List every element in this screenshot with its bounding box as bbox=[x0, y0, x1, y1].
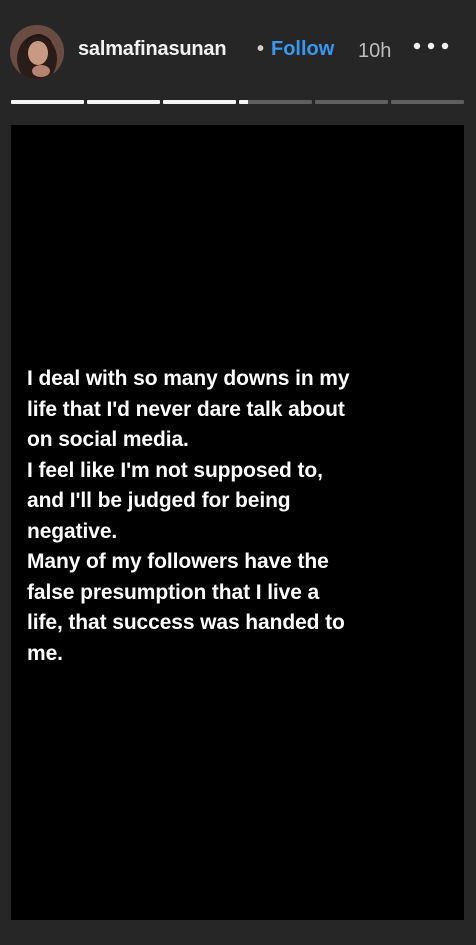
follow-button[interactable]: Follow bbox=[271, 38, 334, 61]
progress-segment bbox=[11, 100, 84, 104]
story-paragraph: Many of my followers have the false pres… bbox=[27, 550, 345, 665]
progress-segment bbox=[391, 100, 464, 104]
story-header: salmafinasunan • Follow 10h bbox=[0, 0, 476, 110]
progress-segment-fill bbox=[163, 100, 236, 104]
progress-segment-fill bbox=[87, 100, 160, 104]
avatar[interactable] bbox=[10, 25, 64, 79]
avatar-photo-icon bbox=[10, 25, 64, 79]
progress-segment bbox=[239, 100, 312, 104]
story-paragraph: I deal with so many downs in my life tha… bbox=[27, 367, 350, 451]
more-options-button[interactable] bbox=[412, 39, 450, 53]
progress-segment bbox=[87, 100, 160, 104]
progress-segment bbox=[163, 100, 236, 104]
story-progress-bar bbox=[11, 100, 464, 104]
username[interactable]: salmafinasunan bbox=[78, 38, 227, 61]
progress-segment-fill bbox=[239, 100, 248, 104]
story-paragraph: I feel like I'm not supposed to, and I'l… bbox=[27, 458, 323, 543]
more-horizontal-icon bbox=[413, 42, 449, 50]
progress-segment-fill bbox=[11, 100, 84, 104]
story-content[interactable]: I deal with so many downs in my life tha… bbox=[11, 125, 464, 920]
separator-dot: • bbox=[257, 38, 265, 60]
progress-segment bbox=[315, 100, 388, 104]
post-timestamp: 10h bbox=[358, 40, 392, 62]
story-text: I deal with so many downs in my life tha… bbox=[27, 364, 447, 669]
